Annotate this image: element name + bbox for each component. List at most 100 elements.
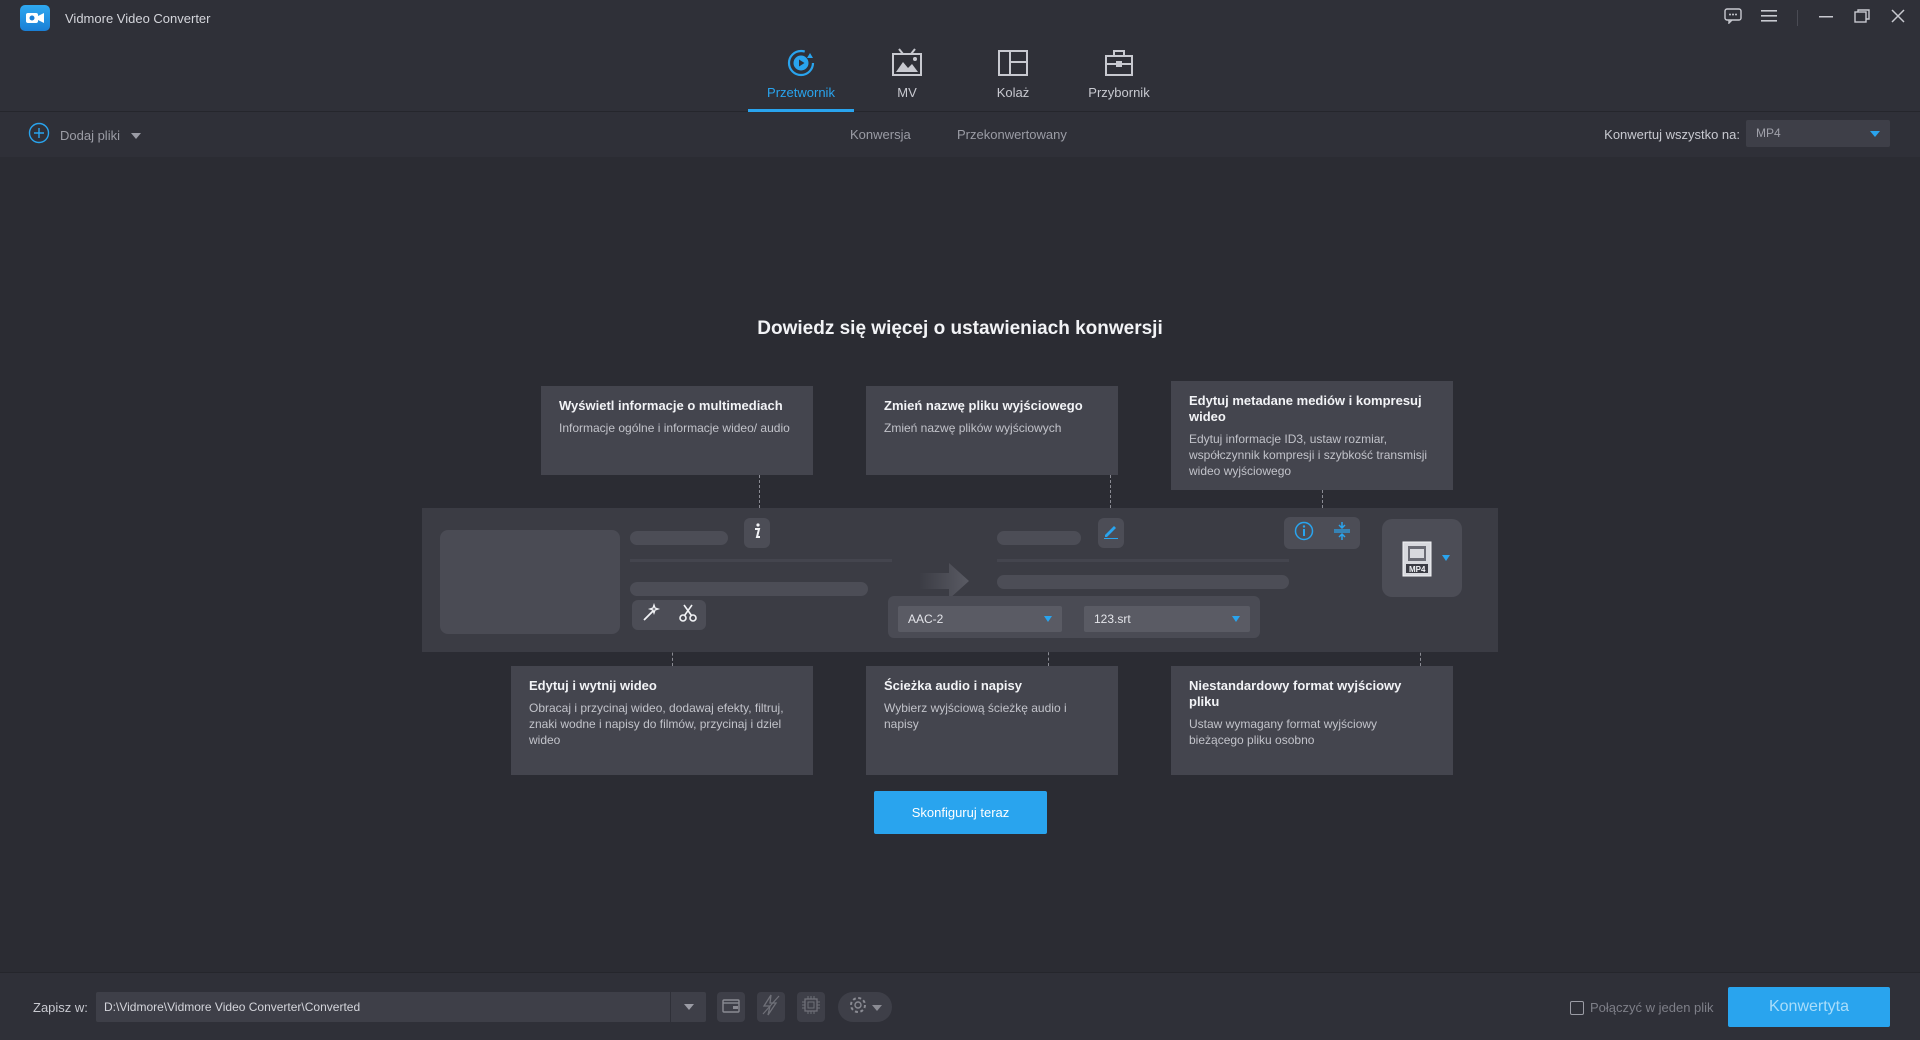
cpu-off-icon [801, 995, 821, 1020]
feedback-button[interactable] [1715, 0, 1751, 36]
save-path-field[interactable]: D:\Vidmore\Vidmore Video Converter\Conve… [96, 992, 706, 1022]
demo-edit-tools [632, 600, 706, 630]
main-nav: Przetwornik MV Kolaż Przybornik [0, 36, 1920, 112]
tab-converter-label: Przetwornik [767, 85, 835, 100]
hardware-acceleration-button[interactable] [757, 992, 785, 1022]
app-title: Vidmore Video Converter [65, 11, 211, 26]
card-custom-format-desc: Ustaw wymagany format wyjściowy bieżąceg… [1189, 717, 1378, 747]
card-edit-cut: Edytuj i wytnij wideo Obracaj i przycina… [511, 666, 813, 775]
configure-now-button[interactable]: Skonfiguruj teraz [874, 791, 1047, 834]
chevron-down-icon[interactable] [130, 127, 142, 145]
convert-all-format-value: MP4 [1756, 126, 1781, 140]
toolbox-icon [1102, 46, 1136, 80]
title-bar: Vidmore Video Converter [0, 0, 1920, 36]
settings-button[interactable] [838, 992, 892, 1022]
converter-icon [784, 46, 818, 80]
card-media-info: Wyświetl informacje o multimediach Infor… [541, 386, 813, 475]
demo-format-badge: MP4 [1409, 565, 1426, 574]
menu-button[interactable] [1751, 0, 1787, 36]
guide-title: Dowiedz się więcej o ustawieniach konwer… [757, 318, 1163, 339]
demo-rename-button [1098, 518, 1124, 548]
tab-converter[interactable]: Przetwornik [748, 36, 854, 112]
close-button[interactable] [1880, 0, 1916, 36]
save-to-label: Zapisz w: [33, 1000, 88, 1015]
add-files-label: Dodaj pliki [60, 128, 120, 143]
save-path-value: D:\Vidmore\Vidmore Video Converter\Conve… [104, 1000, 361, 1014]
info-circle-icon [1294, 521, 1314, 546]
pencil-icon [1103, 523, 1119, 544]
convert-all-button[interactable]: Konwertyta [1728, 987, 1890, 1027]
add-circle-icon [28, 122, 50, 149]
card-custom-format: Niestandardowy format wyjściowy pliku Us… [1171, 666, 1453, 775]
demo-subtitle-value: 123.srt [1094, 612, 1131, 626]
chevron-down-icon [1232, 616, 1240, 622]
chevron-down-icon [683, 998, 695, 1016]
tab-mv[interactable]: MV [854, 36, 960, 112]
gpu-acceleration-button[interactable] [797, 992, 825, 1022]
chevron-down-icon [1870, 131, 1880, 137]
card-edit-cut-desc: Obracaj i przycinaj wideo, dodawaj efekt… [529, 701, 784, 747]
magic-wand-icon [641, 602, 661, 628]
convert-all-label: Konwertuj wszystko na: [1604, 127, 1740, 142]
save-path-dropdown[interactable] [670, 992, 706, 1022]
demo-output-divider [997, 559, 1289, 562]
tab-mv-label: MV [897, 85, 917, 100]
demo-divider [630, 559, 892, 562]
card-media-info-desc: Informacje ogólne i informacje wideo/ au… [559, 421, 790, 435]
tab-collage[interactable]: Kolaż [960, 36, 1066, 112]
demo-output-name-placeholder [997, 531, 1081, 545]
lightning-off-icon [761, 994, 781, 1021]
folder-icon [722, 997, 740, 1018]
card-metadata: Edytuj metadane mediów i kompresuj wideo… [1171, 381, 1453, 490]
minimize-button[interactable] [1808, 0, 1844, 36]
card-custom-format-title: Niestandardowy format wyjściowy pliku [1189, 678, 1402, 709]
tab-toolbox[interactable]: Przybornik [1066, 36, 1172, 112]
scissors-icon [678, 603, 698, 628]
convert-all-format-select[interactable]: MP4 [1746, 120, 1890, 147]
demo-info-placeholder [630, 582, 868, 596]
demo-thumbnail [440, 530, 620, 634]
tab-toolbox-label: Przybornik [1088, 85, 1150, 100]
minimize-icon [1819, 9, 1833, 28]
card-rename-desc: Zmień nazwę plików wyjściowych [884, 421, 1062, 435]
chevron-down-icon [1442, 555, 1450, 561]
subtab-conversion[interactable]: Konwersja [850, 127, 911, 142]
card-audio-subs-title: Ścieżka audio i napisy [884, 678, 1022, 693]
merge-label[interactable]: Połączyć w jeden plik [1590, 1000, 1714, 1015]
open-folder-button[interactable] [717, 992, 745, 1022]
demo-audio-track-select: AAC-2 [898, 606, 1062, 632]
collage-icon [996, 46, 1030, 80]
card-audio-subs: Ścieżka audio i napisy Wybierz wyjściową… [866, 666, 1118, 775]
card-metadata-title: Edytuj metadane mediów i kompresuj wideo [1189, 393, 1422, 424]
app-logo [20, 5, 50, 31]
restore-icon [1854, 8, 1870, 28]
footer-bar: Zapisz w: D:\Vidmore\Vidmore Video Conve… [0, 972, 1920, 1040]
card-rename: Zmień nazwę pliku wyjściowego Zmień nazw… [866, 386, 1118, 475]
mv-icon [890, 46, 924, 80]
tab-collage-label: Kolaż [996, 85, 1030, 100]
mp4-file-icon [1402, 541, 1434, 582]
window-controls [1715, 0, 1920, 36]
chevron-down-icon [872, 998, 882, 1016]
demo-metadata-tools [1284, 517, 1360, 549]
card-audio-subs-desc: Wybierz wyjściową ścieżkę audio i napisy [884, 701, 1067, 731]
card-media-info-title: Wyświetl informacje o multimediach [559, 398, 783, 413]
demo-file-row: AAC-2 123.srt MP4 [422, 508, 1498, 652]
subtab-converted[interactable]: Przekonwertowany [957, 127, 1067, 142]
demo-track-selectors: AAC-2 123.srt [888, 596, 1260, 638]
chevron-down-icon [1044, 616, 1052, 622]
demo-filename-placeholder [630, 531, 728, 545]
info-icon [752, 522, 762, 544]
card-metadata-desc: Edytuj informacje ID3, ustaw rozmiar, ws… [1189, 432, 1428, 478]
card-rename-title: Zmień nazwę pliku wyjściowego [884, 398, 1083, 413]
compress-icon [1333, 521, 1351, 546]
merge-checkbox[interactable] [1570, 1001, 1584, 1015]
demo-subtitle-select: 123.srt [1084, 606, 1250, 632]
demo-format-button: MP4 [1382, 519, 1462, 597]
demo-output-info-placeholder [997, 575, 1289, 589]
restore-button[interactable] [1844, 0, 1880, 36]
converter-toolbar: Dodaj pliki Konwersja Przekonwertowany K… [0, 112, 1920, 157]
card-edit-cut-title: Edytuj i wytnij wideo [529, 678, 657, 693]
add-files-button[interactable]: Dodaj pliki [28, 122, 142, 149]
gear-icon [848, 995, 868, 1020]
